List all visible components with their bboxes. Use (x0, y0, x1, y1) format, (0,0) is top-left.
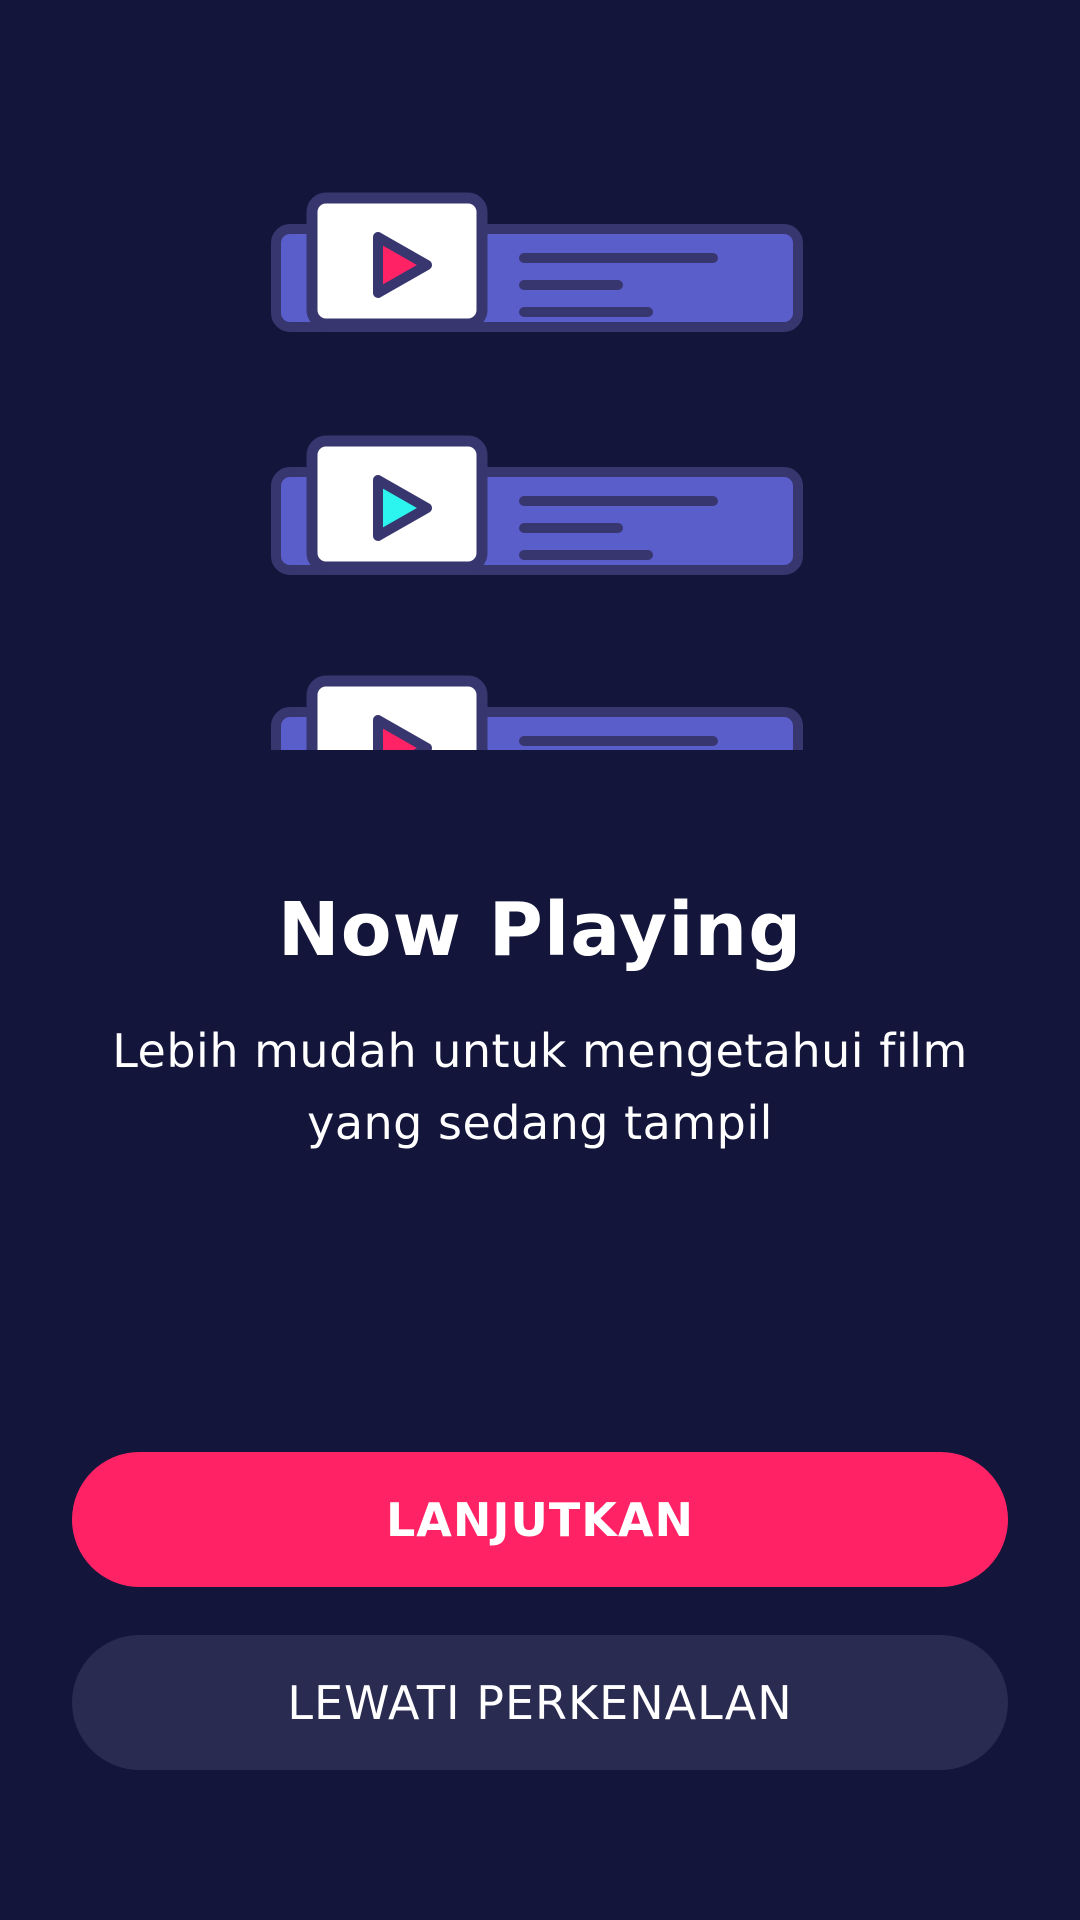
page-title: Now Playing (277, 887, 803, 973)
continue-button-label: LANJUTKAN (386, 1492, 694, 1547)
skip-intro-button-label: LEWATI PERKENALAN (287, 1675, 793, 1730)
skip-intro-button[interactable]: LEWATI PERKENALAN (72, 1635, 1008, 1770)
video-card-2 (270, 433, 810, 583)
page-subtitle: Lebih mudah untuk mengetahui film yang s… (112, 1024, 968, 1150)
continue-button[interactable]: LANJUTKAN (72, 1452, 1008, 1587)
video-card-1 (270, 190, 810, 340)
onboarding-illustration (270, 180, 810, 750)
video-card-3 (270, 673, 810, 750)
